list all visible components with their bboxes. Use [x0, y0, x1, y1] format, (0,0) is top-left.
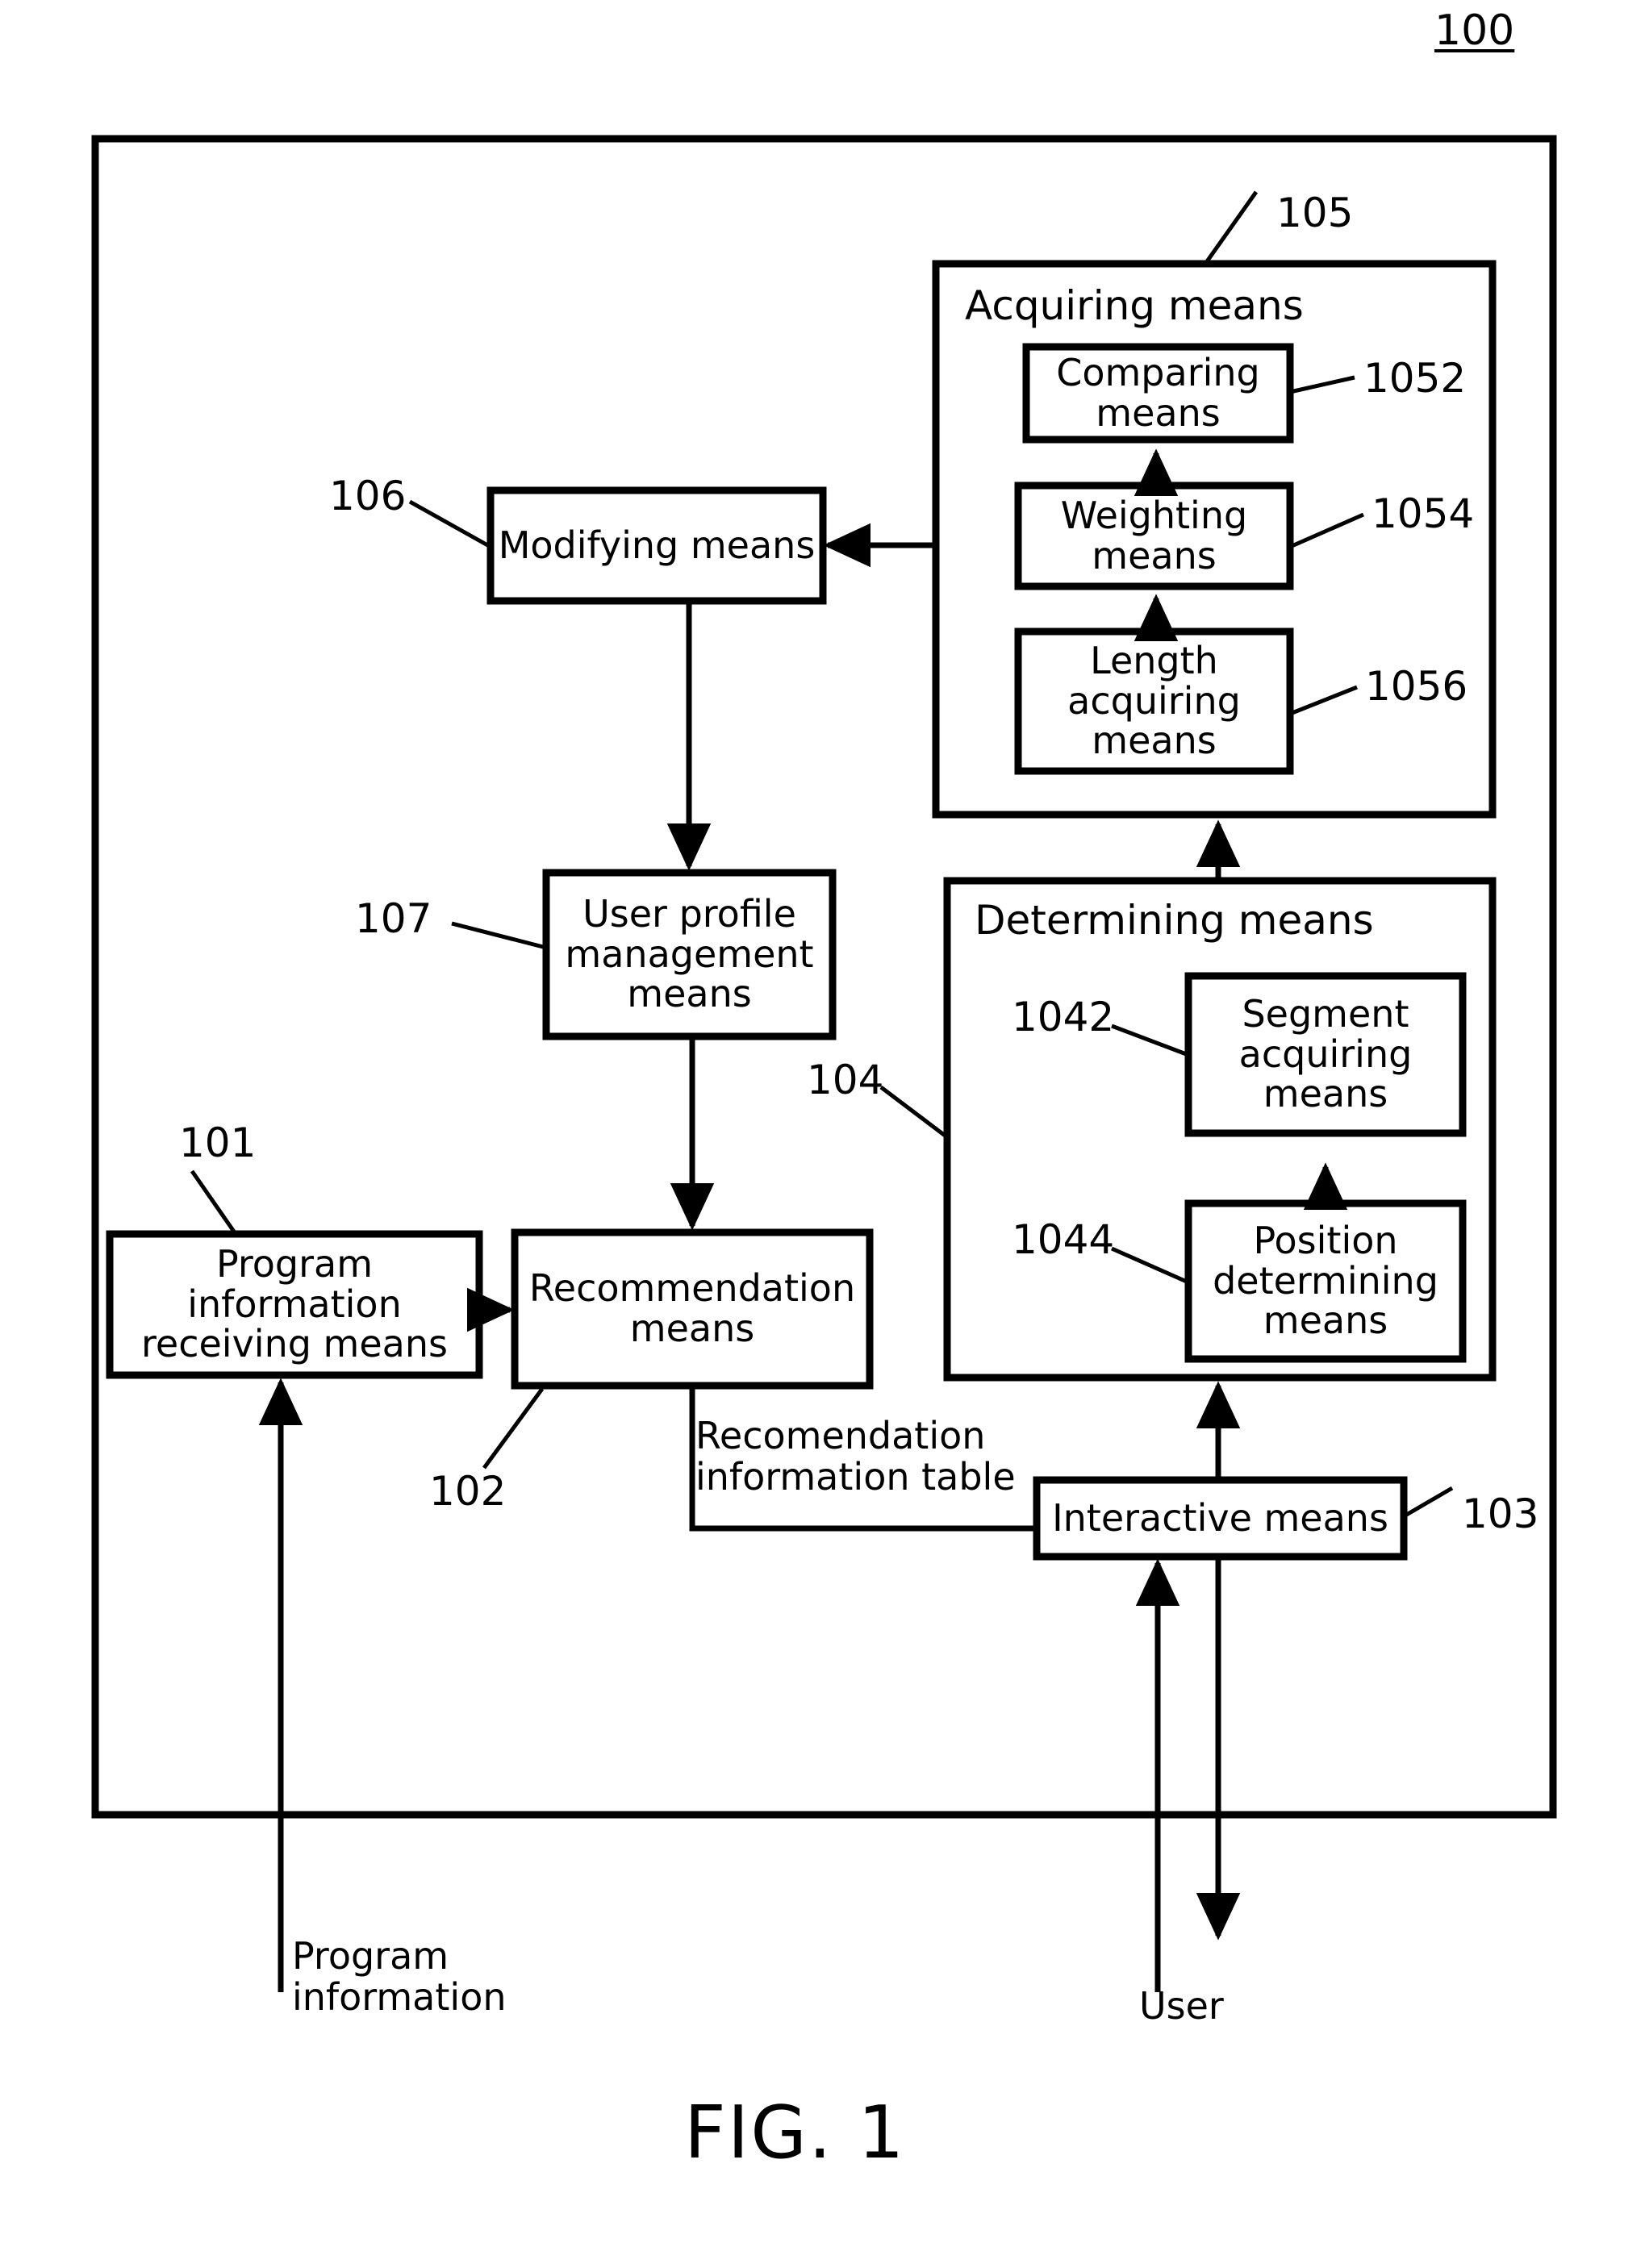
- determining-means-ref: 104: [807, 1057, 884, 1103]
- position-determining-means-ref: 1044: [1012, 1216, 1115, 1263]
- leader-107: [451, 921, 547, 950]
- leader-104: [879, 1086, 949, 1139]
- modifying-means-box: [486, 486, 827, 605]
- position-determining-means-box: [1184, 1199, 1467, 1363]
- program-information-input-label: Program information: [292, 1934, 507, 2019]
- leader-101: [190, 1169, 236, 1233]
- leader-1054: [1288, 512, 1365, 549]
- interactive-means-box: [1033, 1476, 1408, 1561]
- leader-102: [482, 1387, 545, 1470]
- leader-106: [408, 499, 492, 549]
- user-profile-management-means-ref: 107: [355, 895, 432, 942]
- recommendation-information-table-label: Recomendation information table: [695, 1414, 1016, 1499]
- determining-means-group-box: [943, 877, 1497, 1382]
- modifying-means-ref: 106: [329, 473, 407, 519]
- recommendation-means-ref: 102: [429, 1468, 507, 1515]
- leader-1052: [1289, 375, 1355, 394]
- leader-1044: [1110, 1246, 1190, 1285]
- program-information-receiving-means-ref: 101: [179, 1119, 257, 1166]
- leader-1056: [1289, 685, 1358, 716]
- leader-1042: [1111, 1024, 1189, 1057]
- user-profile-management-means-box: [542, 869, 837, 1040]
- comparing-means-ref: 1052: [1363, 355, 1467, 402]
- leader-105: [1203, 190, 1259, 265]
- weighting-means-box: [1014, 482, 1294, 590]
- acquiring-means-ref: 105: [1276, 190, 1354, 236]
- segment-acquiring-means-box: [1184, 972, 1467, 1137]
- figure-top-reference: 100: [1434, 6, 1515, 55]
- user-label: User: [1139, 1984, 1224, 2028]
- program-information-receiving-means-box: [106, 1230, 483, 1379]
- patent-figure-1: 100 Acquiring means 105 Comparing means …: [0, 0, 1645, 2268]
- length-acquiring-means-ref: 1056: [1365, 663, 1468, 710]
- length-acquiring-means-box: [1014, 627, 1294, 775]
- comparing-means-box: [1022, 343, 1294, 444]
- segment-acquiring-means-ref: 1042: [1012, 994, 1115, 1040]
- acquiring-means-title: Acquiring means: [965, 282, 1304, 329]
- determining-means-title: Determining means: [975, 897, 1374, 944]
- weighting-means-ref: 1054: [1372, 490, 1475, 537]
- figure-caption: FIG. 1: [684, 2091, 906, 2175]
- leader-103: [1402, 1486, 1454, 1519]
- interactive-means-ref: 103: [1462, 1490, 1539, 1537]
- recommendation-means-box: [511, 1228, 874, 1390]
